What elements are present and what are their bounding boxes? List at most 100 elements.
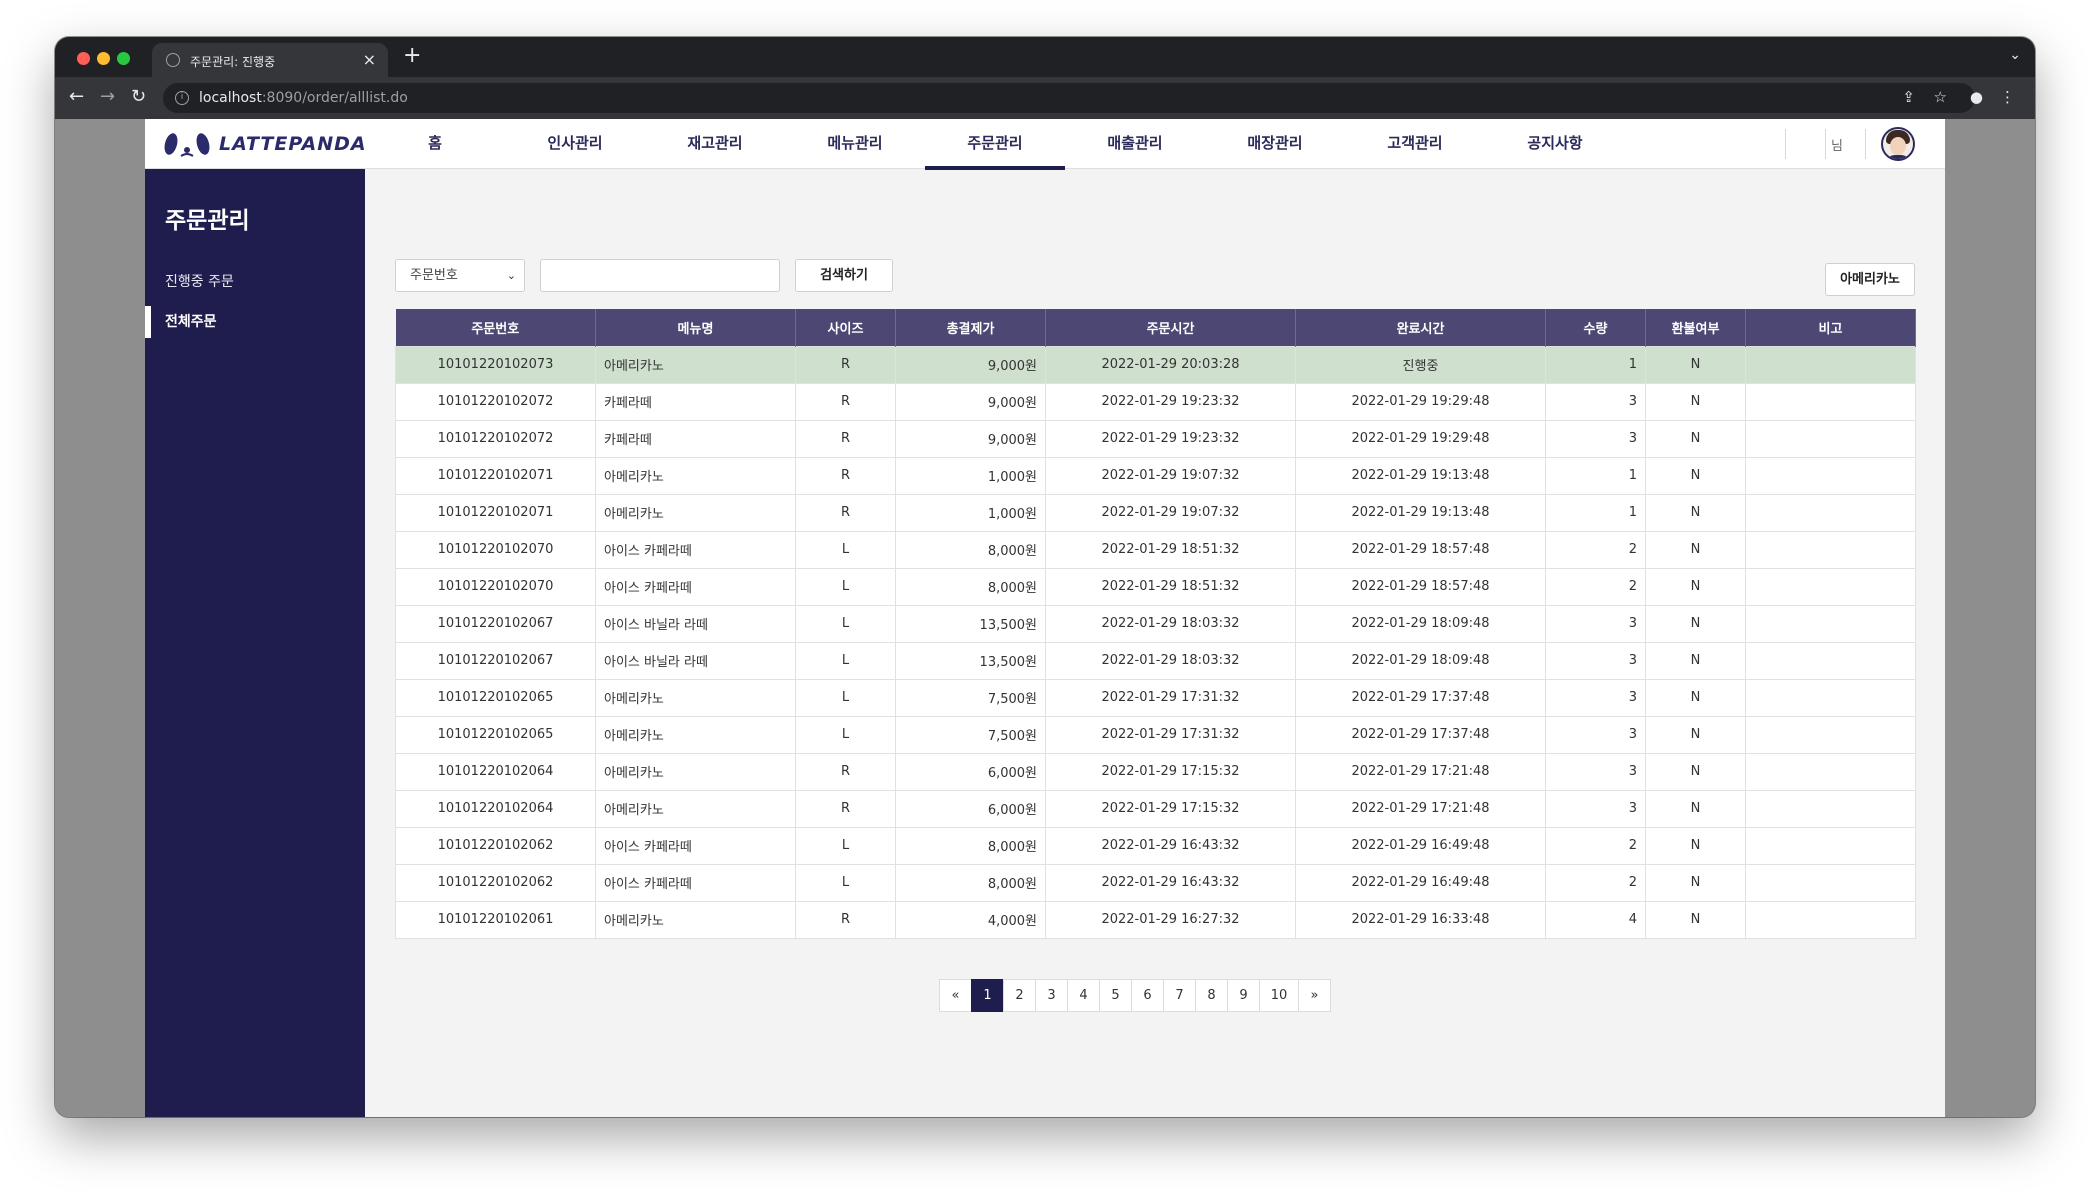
pagination-page-9[interactable]: 9 (1227, 979, 1260, 1012)
order-time-cell: 2022-01-29 19:07:32 (1045, 456, 1296, 495)
panda-logo-icon (164, 133, 210, 157)
table-row[interactable]: 10101220102067 아이스 바닐라 라떼 L 13,500원 2022-01-… (395, 641, 1916, 680)
search-button[interactable]: 검색하기 (795, 259, 893, 292)
order-number-cell: 10101220102070 (395, 567, 596, 606)
table-row[interactable]: 10101220102071 아메리카노 R 1,000원 2022-01-29 19:… (395, 456, 1916, 495)
table-row[interactable]: 10101220102065 아메리카노 L 7,500원 2022-01-29 17:… (395, 715, 1916, 754)
table-row[interactable]: 10101220102064 아메리카노 R 6,000원 2022-01-29 17:… (395, 789, 1916, 828)
pagination-page-6[interactable]: 6 (1131, 979, 1164, 1012)
pagination-page-4[interactable]: 4 (1067, 979, 1100, 1012)
page-viewport: LATTEPANDA 홈 인사관리 재고관리 메뉴관리 주문관리 매출관리 매장… (55, 119, 2035, 1117)
minimize-window-button[interactable] (97, 52, 110, 65)
order-number-cell: 10101220102065 (395, 678, 596, 717)
forward-arrow-icon[interactable]: → (100, 87, 115, 107)
table-row[interactable]: 10101220102072 카페라떼 R 9,000원 2022-01-29 19:2… (395, 382, 1916, 421)
nav-notices[interactable]: 공지사항 (1485, 119, 1625, 169)
pagination-page-7[interactable]: 7 (1163, 979, 1196, 1012)
table-row[interactable]: 10101220102061 아메리카노 R 4,000원 2022-01-29 16:… (395, 900, 1916, 939)
col-order-number-header: 주문번호 (395, 309, 596, 346)
order-number-cell: 10101220102070 (395, 530, 596, 569)
quantity-cell: 3 (1545, 678, 1646, 717)
nav-home[interactable]: 홈 (365, 119, 505, 169)
share-icon[interactable]: ⇪ (1902, 88, 1915, 106)
refund-cell: N (1645, 345, 1746, 384)
quantity-cell: 2 (1545, 567, 1646, 606)
table-row[interactable]: 10101220102072 카페라떼 R 9,000원 2022-01-29 19:2… (395, 419, 1916, 458)
nav-customers[interactable]: 고객관리 (1345, 119, 1485, 169)
menu-filter-button[interactable]: 아메리카노 (1825, 263, 1915, 296)
total-price-cell: 9,000원 (895, 419, 1046, 458)
col-complete-time-header: 완료시간 (1295, 309, 1546, 346)
table-row[interactable]: 10101220102067 아이스 바닐라 라떼 L 13,500원 2022-01-… (395, 604, 1916, 643)
table-row[interactable]: 10101220102073 아메리카노 R 9,000원 2022-01-29 20:… (395, 345, 1916, 384)
total-price-cell: 8,000원 (895, 863, 1046, 902)
pagination-page-10[interactable]: 10 (1259, 979, 1299, 1012)
menu-name-cell: 아메리카노 (595, 900, 796, 939)
sidebar-item-all-orders[interactable]: 전체주문 (145, 306, 365, 338)
refund-cell: N (1645, 789, 1746, 828)
main-content: 주문번호 ⌄ 검색하기 아메리카노 주문번호 메뉴명 사이즈 총결제가 주문시간 완료시간… (365, 169, 1945, 1117)
profile-icon[interactable]: ● (1970, 88, 1983, 106)
total-price-cell: 7,500원 (895, 678, 1046, 717)
menu-name-cell: 카페라떼 (595, 382, 796, 421)
nav-store[interactable]: 매장관리 (1205, 119, 1345, 169)
table-row[interactable]: 10101220102071 아메리카노 R 1,000원 2022-01-29 19:… (395, 493, 1916, 532)
sidebar-item-in-progress-orders[interactable]: 진행중 주문 (145, 266, 365, 298)
avatar[interactable] (1881, 127, 1915, 161)
address-bar[interactable]: i localhost:8090/order/alllist.do (163, 83, 1975, 113)
maximize-window-button[interactable] (117, 52, 130, 65)
site-logo[interactable]: LATTEPANDA (163, 129, 367, 159)
nav-orders[interactable]: 주문관리 (925, 119, 1065, 170)
pagination-page-1[interactable]: 1 (971, 979, 1004, 1012)
size-cell: L (795, 567, 896, 606)
globe-icon (166, 53, 180, 67)
more-menu-icon[interactable]: ⋮ (2000, 88, 2015, 106)
total-price-cell: 9,000원 (895, 382, 1046, 421)
bookmark-star-icon[interactable]: ☆ (1934, 88, 1947, 106)
pagination-page-3[interactable]: 3 (1035, 979, 1068, 1012)
site-info-icon[interactable]: i (175, 91, 189, 105)
table-row[interactable]: 10101220102070 아이스 카페라떼 L 8,000원 2022-01-29 … (395, 530, 1916, 569)
pagination-prev-button[interactable]: « (939, 979, 972, 1012)
menu-name-cell: 아메리카노 (595, 345, 796, 384)
close-window-button[interactable] (77, 52, 90, 65)
complete-time-cell: 2022-01-29 17:21:48 (1295, 752, 1546, 791)
size-cell: L (795, 826, 896, 865)
table-row[interactable]: 10101220102065 아메리카노 L 7,500원 2022-01-29 17:… (395, 678, 1916, 717)
browser-tab[interactable]: 주문관리: 진행중 × (152, 43, 388, 77)
reload-icon[interactable]: ↻ (131, 87, 146, 107)
pagination-next-button[interactable]: » (1298, 979, 1331, 1012)
tab-search-icon[interactable]: ⌄ (2009, 47, 2021, 63)
complete-time-cell: 2022-01-29 18:09:48 (1295, 641, 1546, 680)
nav-hr[interactable]: 인사관리 (505, 119, 645, 169)
order-time-cell: 2022-01-29 17:31:32 (1045, 715, 1296, 754)
table-row[interactable]: 10101220102070 아이스 카페라떼 L 8,000원 2022-01-29 … (395, 567, 1916, 606)
browser-window: 주문관리: 진행중 × + ⌄ ← → ↻ i localhost:8090/o… (55, 37, 2035, 1117)
quantity-cell: 3 (1545, 382, 1646, 421)
pagination-page-8[interactable]: 8 (1195, 979, 1228, 1012)
table-row[interactable]: 10101220102062 아이스 카페라떼 L 8,000원 2022-01-29 … (395, 826, 1916, 865)
refund-cell: N (1645, 900, 1746, 939)
pagination-page-5[interactable]: 5 (1099, 979, 1132, 1012)
close-tab-icon[interactable]: × (363, 50, 376, 69)
search-field-select[interactable]: 주문번호 ⌄ (395, 259, 525, 292)
menu-name-cell: 아메리카노 (595, 752, 796, 791)
table-row[interactable]: 10101220102064 아메리카노 R 6,000원 2022-01-29 17:… (395, 752, 1916, 791)
search-input[interactable] (540, 259, 780, 292)
nav-inventory[interactable]: 재고관리 (645, 119, 785, 169)
total-price-cell: 1,000원 (895, 456, 1046, 495)
note-cell (1745, 419, 1916, 458)
nav-menu[interactable]: 메뉴관리 (785, 119, 925, 169)
table-row[interactable]: 10101220102062 아이스 카페라떼 L 8,000원 2022-01-29 … (395, 863, 1916, 902)
complete-time-cell: 2022-01-29 19:13:48 (1295, 456, 1546, 495)
divider (1785, 129, 1786, 159)
pagination-page-2[interactable]: 2 (1003, 979, 1036, 1012)
total-price-cell: 6,000원 (895, 752, 1046, 791)
new-tab-button[interactable]: + (403, 45, 421, 67)
order-number-cell: 10101220102072 (395, 419, 596, 458)
note-cell (1745, 863, 1916, 902)
total-price-cell: 8,000원 (895, 567, 1046, 606)
back-arrow-icon[interactable]: ← (69, 87, 84, 107)
nav-sales[interactable]: 매출관리 (1065, 119, 1205, 169)
order-number-cell: 10101220102064 (395, 752, 596, 791)
